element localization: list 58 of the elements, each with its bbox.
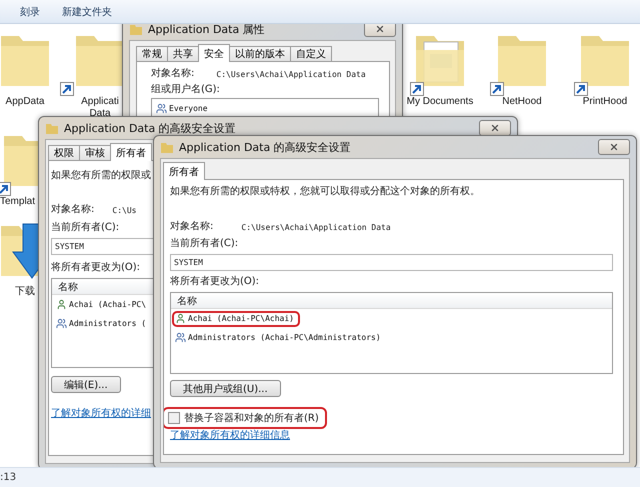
list-item[interactable]: Achai (Achai-PC\ (53, 296, 152, 312)
close-icon (490, 123, 500, 133)
object-path: C:\Users\Achai\Application Data (216, 70, 366, 78)
users-icon (56, 318, 67, 329)
help-link[interactable]: 了解对象所有权的详细信息 (170, 429, 290, 443)
tab[interactable]: 自定义 (290, 46, 332, 61)
list-item[interactable]: Administrators ( (53, 316, 152, 332)
checkbox-option[interactable]: 替换子容器和对象的所有者(R) (164, 407, 327, 429)
field-label: 组或用户名(G): (151, 83, 220, 97)
object-path: C:\Users\Achai\Application Data (241, 222, 391, 232)
checkbox[interactable] (168, 412, 180, 424)
user-icon (56, 299, 67, 310)
field-label: 当前所有者(C): (51, 221, 120, 235)
file-name[interactable]: 下载 (15, 286, 35, 298)
toolbar-button[interactable]: 新建文件夹 (62, 2, 112, 20)
list-item[interactable]: Administrators (Achai-PC\Administrators) (172, 330, 387, 346)
owner-field[interactable]: SYSTEM (170, 254, 613, 271)
intro-text: 如果您有所需的权限或 (51, 169, 151, 183)
close-icon (609, 142, 619, 152)
tab[interactable]: 审核 (79, 145, 111, 160)
field-label: 对象名称: (51, 203, 94, 217)
file-name[interactable]: Applicati Data (81, 96, 119, 120)
toolbar-button[interactable]: 刻录 (20, 2, 40, 20)
file-name[interactable]: PrintHood (582, 96, 628, 108)
close-button[interactable] (479, 120, 511, 136)
tab[interactable]: 所有者 (163, 162, 205, 180)
list-item[interactable]: Everyone (153, 100, 214, 116)
close-button[interactable] (598, 139, 630, 155)
file-name[interactable]: NetHood (502, 96, 542, 108)
column-header: 名称 (171, 293, 612, 309)
field-label: 对象名称: (151, 67, 194, 81)
users-icon (156, 103, 167, 114)
object-path: C:\Us (112, 206, 136, 214)
user-icon (175, 313, 186, 324)
field-label: 将所有者更改为(O): (51, 261, 140, 275)
file-name[interactable]: AppData (6, 96, 44, 108)
help-link[interactable]: 了解对象所有权的详细 (51, 407, 151, 421)
folder-icon (160, 140, 174, 154)
action-button[interactable]: 其他用户或组(U)... (170, 380, 281, 397)
tab[interactable]: 常规 (136, 46, 168, 61)
file-name[interactable]: My Documents (406, 96, 474, 108)
status-text: :13 (0, 472, 16, 483)
tab[interactable]: 以前的版本 (229, 46, 291, 61)
tab[interactable]: 共享 (167, 46, 199, 61)
intro-text: 如果您有所需的权限或特权，您就可以取得或分配这个对象的所有权。 (170, 185, 480, 199)
close-button[interactable] (364, 24, 396, 37)
window-title: Application Data 的高级安全设置 (64, 120, 236, 136)
action-button[interactable]: 编辑(E)... (51, 376, 121, 393)
file-name[interactable]: Templat (0, 196, 36, 208)
field-label: 对象名称: (170, 220, 214, 234)
list-item[interactable]: Achai (Achai-PC\Achai) (172, 310, 300, 326)
field-label: 当前所有者(C): (170, 237, 238, 251)
tab[interactable]: 权限 (48, 145, 80, 160)
tab[interactable]: 安全 (198, 44, 230, 62)
users-icon (175, 332, 186, 343)
close-icon (375, 24, 385, 34)
window-title: Application Data 的高级安全设置 (179, 140, 351, 154)
tab[interactable]: 所有者 (110, 143, 152, 161)
